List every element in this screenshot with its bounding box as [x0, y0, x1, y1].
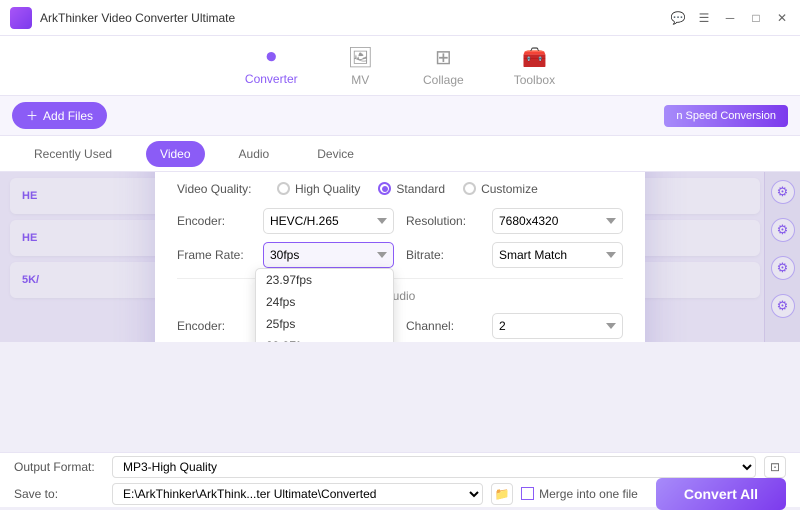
nav-mv-label: MV — [351, 73, 369, 87]
save-to-select[interactable]: E:\ArkThinker\ArkThink...ter Ultimate\Co… — [112, 483, 483, 505]
format-tabs: Recently Used Video Audio Device — [0, 136, 800, 172]
speed-conversion-button[interactable]: n Speed Conversion — [664, 105, 788, 127]
main-content: HE HE 5K/ ⚙ ⚙ ⚙ ⚙ Edit Profile ✕ Profile… — [0, 172, 800, 342]
add-files-button[interactable]: ＋ Add Files — [12, 102, 107, 129]
maximize-icon[interactable]: □ — [748, 10, 764, 26]
nav-collage-label: Collage — [423, 73, 464, 87]
resolution-field-row: Resolution: 7680x4320 — [406, 208, 623, 234]
radio-standard-dot — [378, 182, 391, 195]
nav-converter-label: Converter — [245, 72, 298, 86]
form-left: Encoder: HEVC/H.265 Frame Rate: 30fps — [177, 208, 394, 268]
quality-high[interactable]: High Quality — [277, 182, 360, 196]
radio-customize-dot — [463, 182, 476, 195]
tab-device[interactable]: Device — [303, 141, 368, 167]
encoder-label: Encoder: — [177, 214, 255, 228]
audio-encoder-label: Encoder: — [177, 319, 255, 333]
merge-label: Merge into one file — [521, 487, 638, 501]
save-to-label: Save to: — [14, 487, 104, 501]
app-title: ArkThinker Video Converter Ultimate — [40, 11, 670, 25]
save-to-row: Save to: E:\ArkThinker\ArkThink...ter Ul… — [0, 480, 800, 507]
form-right: Resolution: 7680x4320 Bitrate: Smart Mat… — [406, 208, 623, 268]
output-format-label: Output Format: — [14, 460, 104, 474]
app-logo — [10, 7, 32, 29]
framerate-label: Frame Rate: — [177, 248, 255, 262]
toolbox-icon: 🧰 — [522, 45, 547, 70]
fps-25[interactable]: 25fps — [256, 313, 393, 335]
chat-icon[interactable]: 💬 — [670, 10, 686, 26]
resolution-select[interactable]: 7680x4320 — [492, 208, 623, 234]
quality-row: Video Quality: High Quality Standard Cus… — [177, 182, 623, 196]
audio-form-right: Channel: 2 Bitrate: 256kbps — [406, 313, 623, 343]
close-icon[interactable]: ✕ — [774, 10, 790, 26]
bitrate-field-row: Bitrate: Smart Match — [406, 242, 623, 268]
encoder-field-row: Encoder: HEVC/H.265 — [177, 208, 394, 234]
quality-label: Video Quality: — [177, 182, 257, 196]
fps-24[interactable]: 24fps — [256, 291, 393, 313]
tab-recently-used[interactable]: Recently Used — [20, 141, 126, 167]
window-controls: 💬 ☰ ─ □ ✕ — [670, 10, 790, 26]
audio-section-label: Audio — [177, 289, 623, 303]
save-to-folder-btn[interactable]: 📁 — [491, 483, 513, 505]
bottom-bar: Output Format: MP3-High Quality ⊡ Save t… — [0, 452, 800, 507]
bitrate-select[interactable]: Smart Match — [492, 242, 623, 268]
nav-mv[interactable]: 🖼 MV — [348, 45, 373, 87]
framerate-field-row: Frame Rate: 30fps 23.97fps 24fps 25fps 2… — [177, 242, 394, 268]
collage-icon: ⊞ — [435, 45, 452, 70]
merge-checkbox[interactable] — [521, 487, 534, 500]
nav-toolbox-label: Toolbox — [514, 73, 555, 87]
resolution-label: Resolution: — [406, 214, 484, 228]
output-format-select[interactable]: MP3-High Quality — [112, 456, 756, 478]
convert-all-button[interactable]: Convert All — [656, 478, 786, 510]
encoder-select[interactable]: HEVC/H.265 — [263, 208, 394, 234]
minimize-icon[interactable]: ─ — [722, 10, 738, 26]
audio-row: Encoder: Sample Rate: Channel: — [177, 313, 623, 343]
toolbar: ＋ Add Files n Speed Conversion — [0, 96, 800, 136]
modal-overlay: Edit Profile ✕ Profile: MP4 8K Video ✏ V… — [0, 172, 800, 342]
channel-label: Channel: — [406, 319, 484, 333]
tab-video[interactable]: Video — [146, 141, 204, 167]
bitrate-label: Bitrate: — [406, 248, 484, 262]
fps-23-97[interactable]: 23.97fps — [256, 269, 393, 291]
output-format-row: Output Format: MP3-High Quality ⊡ — [0, 453, 800, 480]
navbar: ⏺ Converter 🖼 MV ⊞ Collage 🧰 Toolbox — [0, 36, 800, 96]
output-format-icon-btn[interactable]: ⊡ — [764, 456, 786, 478]
quality-customize[interactable]: Customize — [463, 182, 538, 196]
nav-converter[interactable]: ⏺ Converter — [245, 46, 298, 86]
radio-high-dot — [277, 182, 290, 195]
nav-collage[interactable]: ⊞ Collage — [423, 45, 464, 87]
quality-radio-group: High Quality Standard Customize — [277, 182, 538, 196]
nav-toolbox[interactable]: 🧰 Toolbox — [514, 45, 555, 87]
channel-select[interactable]: 2 — [492, 313, 623, 339]
titlebar: ArkThinker Video Converter Ultimate 💬 ☰ … — [0, 0, 800, 36]
menu-icon[interactable]: ☰ — [696, 10, 712, 26]
fps-29-97[interactable]: 29.97fps — [256, 335, 393, 343]
audio-divider — [177, 278, 623, 279]
framerate-dropdown-list: 23.97fps 24fps 25fps 29.97fps 30fps 50fp… — [255, 268, 394, 343]
channel-field-row: Channel: 2 — [406, 313, 623, 339]
tab-audio[interactable]: Audio — [225, 141, 284, 167]
converter-icon: ⏺ — [266, 46, 276, 69]
edit-profile-modal: Edit Profile ✕ Profile: MP4 8K Video ✏ V… — [155, 172, 645, 342]
framerate-select[interactable]: 30fps — [263, 242, 394, 268]
encoder-resolution-row: Encoder: HEVC/H.265 Frame Rate: 30fps — [177, 208, 623, 268]
quality-standard[interactable]: Standard — [378, 182, 445, 196]
plus-icon: ＋ — [26, 107, 38, 124]
mv-icon: 🖼 — [348, 45, 373, 70]
